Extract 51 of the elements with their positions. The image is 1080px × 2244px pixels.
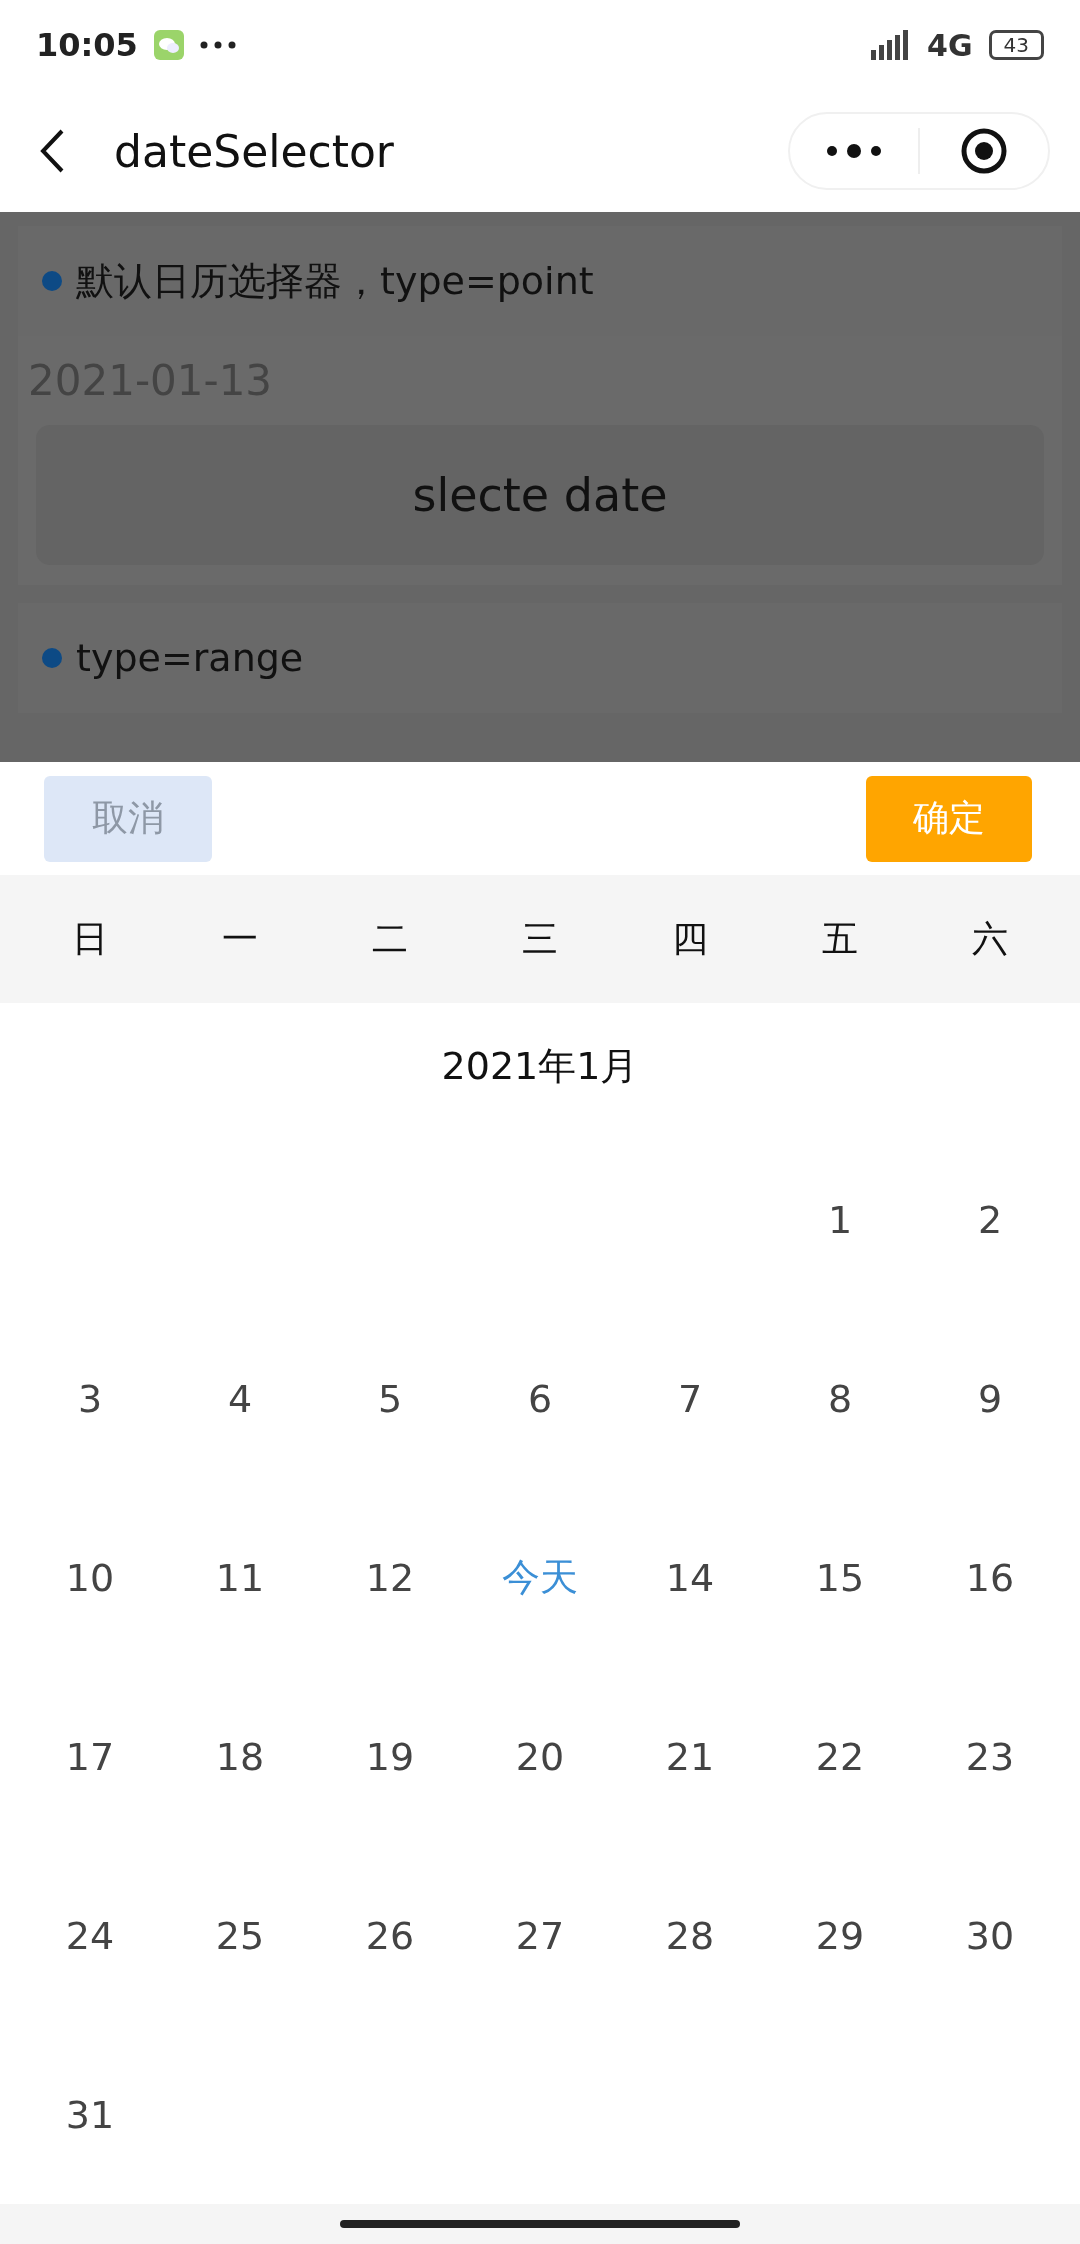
calendar-day[interactable]: 14: [653, 1547, 727, 1608]
calendar-day[interactable]: 26: [353, 1905, 427, 1966]
calendar-day[interactable]: 9: [965, 1368, 1015, 1429]
page-title: dateSelector: [114, 125, 394, 177]
calendar-day[interactable]: 24: [53, 1905, 127, 1966]
weekday-label: 五: [821, 916, 859, 961]
weekday-label: 四: [671, 916, 709, 961]
section-title: type=range: [76, 636, 304, 680]
more-icon: [826, 144, 882, 158]
battery-level: 43: [988, 30, 1044, 60]
calendar-day[interactable]: 17: [53, 1726, 127, 1787]
calendar-day[interactable]: 21: [653, 1726, 727, 1787]
calendar-day[interactable]: 29: [803, 1905, 877, 1966]
calendar-day[interactable]: 8: [815, 1368, 865, 1429]
calendar-day[interactable]: 5: [365, 1368, 415, 1429]
more-icon: [199, 41, 236, 49]
chat-app-icon: [153, 30, 184, 60]
status-time: 10:05: [36, 26, 138, 64]
section-title: 默认日历选择器，type=point: [76, 257, 594, 305]
calendar-day[interactable]: 6: [515, 1368, 565, 1429]
calendar-day[interactable]: 28: [653, 1905, 727, 1966]
calendar-day[interactable]: 2: [965, 1189, 1015, 1250]
calendar-day[interactable]: 18: [203, 1726, 277, 1787]
calendar-day[interactable]: 3: [65, 1368, 115, 1429]
weekday-label: 二: [371, 916, 409, 961]
bullet-icon: [42, 648, 62, 668]
calendar-day[interactable]: 12: [353, 1547, 427, 1608]
calendar-day[interactable]: 31: [53, 2084, 127, 2145]
weekday-label: 六: [971, 916, 1009, 961]
bullet-icon: [42, 271, 62, 291]
calendar-day[interactable]: 22: [803, 1726, 877, 1787]
target-icon: [960, 127, 1008, 175]
calendar-day[interactable]: 30: [953, 1905, 1027, 1966]
calendar-day[interactable]: 4: [215, 1368, 265, 1429]
calendar-day[interactable]: 15: [803, 1547, 877, 1608]
calendar-day[interactable]: 27: [503, 1905, 577, 1966]
calendar-day[interactable]: 11: [203, 1547, 277, 1608]
calendar-day[interactable]: 25: [203, 1905, 277, 1966]
calendar-day[interactable]: 16: [953, 1547, 1027, 1608]
network-label: 4G: [927, 27, 973, 63]
calendar-day[interactable]: 7: [665, 1368, 715, 1429]
calendar-day[interactable]: 20: [503, 1726, 577, 1787]
weekday-label: 三: [521, 916, 559, 961]
weekday-label: 日: [71, 916, 109, 961]
weekday-label: 一: [221, 916, 259, 961]
back-icon[interactable]: [40, 129, 64, 173]
calendar-day[interactable]: 23: [953, 1726, 1027, 1787]
month-title: 2021年1月: [441, 1043, 639, 1090]
calendar-day[interactable]: 10: [53, 1547, 127, 1608]
calendar-day[interactable]: 1: [815, 1189, 865, 1250]
calendar-day[interactable]: 19: [353, 1726, 427, 1787]
